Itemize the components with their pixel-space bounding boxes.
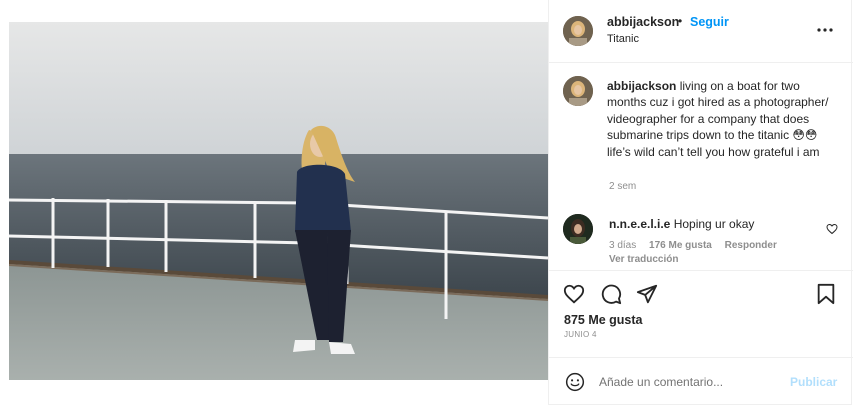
location-link[interactable]: Titanic [607,33,639,45]
heart-icon[interactable] [563,283,585,305]
bookmark-icon[interactable] [815,283,837,305]
comment-age: 3 días [609,240,637,251]
commenter-avatar[interactable] [563,214,593,244]
comment-input[interactable] [599,372,779,392]
emoji-icon[interactable] [565,372,585,392]
follow-button[interactable]: Seguir [690,15,729,29]
caption-text: abbijackson living on a boat for two mon… [607,78,837,160]
see-translation-link[interactable]: Ver traducción [609,254,678,265]
caption-age: 2 sem [609,181,637,192]
author-username[interactable]: abbijackson [607,15,679,29]
comment-heart-icon[interactable] [826,223,838,235]
post-date[interactable]: JUNIO 4 [564,330,597,339]
photo-image [9,22,548,380]
caption-username[interactable]: abbijackson [607,79,676,93]
more-options-icon[interactable] [815,20,835,40]
comment-body: Hoping ur okay [670,217,755,231]
commenter-username[interactable]: n.n.e.e.l.i.e [609,217,670,231]
separator-dot: • [678,14,683,28]
post-photo[interactable] [9,22,548,380]
publish-button[interactable]: Publicar [790,375,837,389]
add-comment-bar: Publicar [549,357,853,405]
instagram-post: abbijackson • Seguir Titanic abbijackson… [0,0,859,419]
post-header: abbijackson • Seguir Titanic [549,0,853,63]
reply-button[interactable]: Responder [725,240,777,251]
share-icon[interactable] [636,283,658,305]
caption-avatar[interactable] [563,76,593,106]
post-actions: 875 Me gusta JUNIO 4 [549,270,853,357]
comment-text: n.n.e.e.l.i.e Hoping ur okay [609,217,754,231]
likes-count[interactable]: 875 Me gusta [564,313,643,327]
comment-meta: 3 días 176 Me gusta Responder [609,240,787,251]
author-avatar[interactable] [563,16,593,46]
post-caption: abbijackson living on a boat for two mon… [549,63,853,203]
comment-icon[interactable] [600,283,622,305]
comment-item: n.n.e.e.l.i.e Hoping ur okay 3 días 176 … [549,210,853,270]
post-side-panel: abbijackson • Seguir Titanic abbijackson… [548,0,853,405]
comment-likes[interactable]: 176 Me gusta [649,240,712,251]
